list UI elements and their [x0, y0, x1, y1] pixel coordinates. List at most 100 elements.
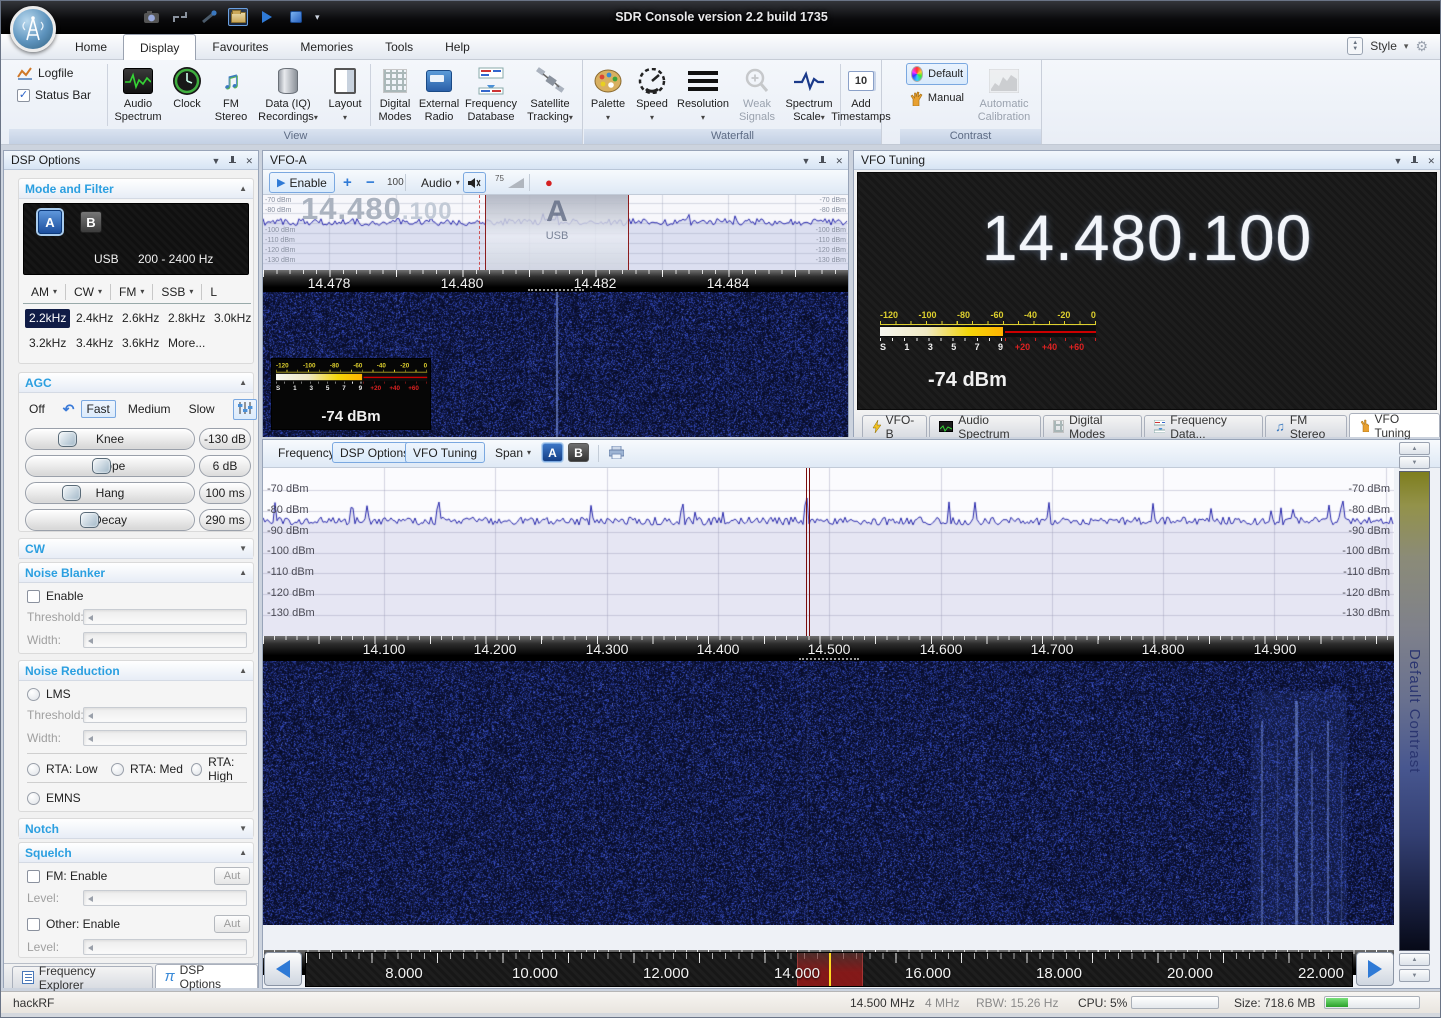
nr-rta-med-radio[interactable]: RTA: Med [111, 760, 183, 778]
nb-enable-checkbox[interactable]: Enable [27, 587, 83, 605]
gear-icon[interactable]: ⚙ [1415, 38, 1428, 55]
contrast-manual-button[interactable]: Manual [906, 87, 968, 109]
digital-modes-button[interactable]: Digital Modes [374, 62, 416, 128]
frequency-database-button[interactable]: Frequency Database [462, 62, 520, 128]
tab-frequency-data[interactable]: Frequency Data... [1144, 415, 1263, 437]
spectrum-frequency-scale[interactable]: 14.100 14.200 14.300 14.400 14.500 14.60… [263, 636, 1394, 661]
print-button[interactable] [605, 442, 628, 463]
undo-icon[interactable]: ↶ [63, 401, 75, 418]
section-header-agc[interactable]: AGC▲ [19, 373, 253, 393]
connection-icon[interactable] [170, 8, 190, 26]
band-scroll-left-button[interactable] [264, 952, 302, 986]
contrast-down2-button[interactable]: ▼ [1399, 969, 1430, 982]
tab-frequency-explorer[interactable]: Frequency Explorer [12, 966, 153, 988]
mode-fm-button[interactable]: FM▾ [111, 284, 153, 300]
mode-ssb-button[interactable]: SSB▾ [153, 284, 202, 300]
style-dropdown-icon[interactable]: ▾ [1404, 41, 1409, 52]
contrast-down-button[interactable]: ▲ [1399, 953, 1430, 966]
squelch-fm-enable-checkbox[interactable]: FM: Enable [27, 867, 107, 885]
audio-dropdown[interactable]: Audio▾ [413, 172, 468, 193]
style-button[interactable]: Style [1370, 39, 1397, 53]
main-spectrum-canvas[interactable] [263, 468, 1394, 636]
tab-audio-spectrum[interactable]: Audio Spectrum [929, 415, 1040, 437]
nr-width-slider[interactable] [83, 730, 247, 746]
panel-menu-icon[interactable]: ▼ [212, 152, 221, 170]
mode-lsb-button[interactable]: L [202, 284, 225, 300]
mute-button[interactable] [463, 172, 486, 193]
vfo-a-frequency-scale[interactable]: 14.478 14.480 14.482 14.484 [263, 270, 848, 292]
section-header-noise-reduction[interactable]: Noise Reduction▲ [19, 661, 253, 681]
bw-more[interactable]: More... [164, 334, 209, 353]
app-logo-icon[interactable] [10, 6, 56, 52]
qat-dropdown-icon[interactable]: ▾ [315, 12, 320, 23]
external-radio-button[interactable]: External Radio [417, 62, 461, 128]
squelch-fm-auto-button[interactable]: Aut [214, 867, 250, 885]
section-header-cw[interactable]: CW▼ [19, 539, 253, 559]
contrast-up-button[interactable]: ▲ [1399, 442, 1430, 455]
bw-3-6khz[interactable]: 3.6kHz [118, 334, 163, 353]
tab-display[interactable]: Display [123, 34, 196, 60]
satellite-tracking-button[interactable]: Satellite Tracking▾ [521, 62, 579, 128]
nr-threshold-slider[interactable] [83, 707, 247, 723]
agc-slow-button[interactable]: Slow [183, 400, 221, 418]
vfo-a-enable-button[interactable]: ▶ Enable [269, 172, 335, 193]
tab-favourites[interactable]: Favourites [196, 34, 284, 60]
checkbox-checked-icon[interactable]: ✓ [17, 89, 30, 102]
band-slider[interactable]: 8.000 10.000 12.000 14.000 16.000 18.000… [305, 952, 1353, 987]
bw-3-4khz[interactable]: 3.4kHz [72, 334, 117, 353]
stop-icon[interactable] [286, 8, 306, 26]
clock-button[interactable]: Clock [167, 62, 207, 128]
start-icon[interactable] [257, 8, 277, 26]
add-timestamps-button[interactable]: 10 Add Timestamps [842, 62, 880, 128]
nr-emns-radio[interactable]: EMNS [27, 789, 81, 807]
band-scroll-right-button[interactable] [1356, 952, 1394, 986]
nr-lms-radio[interactable]: LMS [27, 685, 71, 703]
vfo-tuning-display[interactable]: 14.480.100 -120-100-80-60-40-200 S13579 … [857, 172, 1437, 410]
audio-spectrum-button[interactable]: Audio Spectrum [111, 62, 165, 128]
data-iq-recordings-button[interactable]: Data (IQ) Recordings▾ [255, 62, 321, 128]
status-bar-toggle[interactable]: ✓ Status Bar [17, 88, 91, 102]
agc-medium-button[interactable]: Medium [122, 400, 177, 418]
span-dropdown[interactable]: Span▾ [487, 442, 539, 463]
squelch-fm-level-slider[interactable] [83, 890, 247, 906]
layout-button[interactable]: Layout▾ [323, 62, 367, 128]
equalizer-icon[interactable] [233, 399, 257, 420]
spectrum-scale-button[interactable]: Spectrum Scale▾ [781, 62, 837, 128]
tab-vfo-b[interactable]: VFO-B [862, 415, 927, 437]
main-waterfall-canvas[interactable] [263, 661, 1394, 925]
weak-signals-button[interactable]: Weak Signals [734, 62, 780, 128]
squelch-other-enable-checkbox[interactable]: Other: Enable [27, 915, 120, 933]
section-header-squelch[interactable]: Squelch▲ [19, 843, 253, 863]
nb-width-slider[interactable] [83, 632, 247, 648]
pin-icon[interactable] [1410, 156, 1419, 165]
plug-icon[interactable] [199, 8, 219, 26]
vfo-a-filter-region[interactable]: A USB [485, 195, 629, 270]
tab-tools[interactable]: Tools [369, 34, 429, 60]
panel-close-icon[interactable]: ✕ [1427, 152, 1435, 170]
panel-menu-icon[interactable]: ▼ [1394, 152, 1403, 170]
vfo-b-select-button[interactable]: B [80, 211, 102, 233]
nr-rta-low-radio[interactable]: RTA: Low [27, 760, 98, 778]
pin-icon[interactable] [818, 156, 827, 165]
fm-stereo-button[interactable]: ♫ FM Stereo [209, 62, 253, 128]
bw-2-6khz[interactable]: 2.6kHz [118, 309, 163, 328]
tab-home[interactable]: Home [59, 34, 123, 60]
agc-hang-slider[interactable]: Hang 100 ms [19, 481, 255, 506]
record-button[interactable]: ● [537, 172, 561, 193]
bw-2-2khz[interactable]: 2.2kHz [25, 309, 70, 328]
nr-rta-high-radio[interactable]: RTA: High [191, 760, 253, 778]
bw-2-8khz[interactable]: 2.8kHz [164, 309, 209, 328]
minimize-ribbon-icon[interactable]: ▲▼ [1347, 37, 1363, 55]
tab-help[interactable]: Help [429, 34, 486, 60]
tab-fm-stereo[interactable]: ♫ FM Stereo [1265, 415, 1347, 437]
panel-close-icon[interactable]: ✕ [835, 152, 843, 170]
contrast-gradient-bar[interactable]: Default Contrast [1399, 471, 1430, 951]
tab-dsp-options[interactable]: π DSP Options [155, 964, 258, 988]
agc-slope-slider[interactable]: Slope 6 dB [19, 454, 255, 479]
trace-b-button[interactable]: B [568, 443, 589, 462]
squelch-other-level-slider[interactable] [83, 939, 247, 955]
volume-control[interactable]: 75 [491, 172, 528, 193]
contrast-default-button[interactable]: Default [906, 63, 968, 85]
camera-icon[interactable] [141, 8, 161, 26]
agc-fast-button[interactable]: Fast [81, 400, 116, 418]
